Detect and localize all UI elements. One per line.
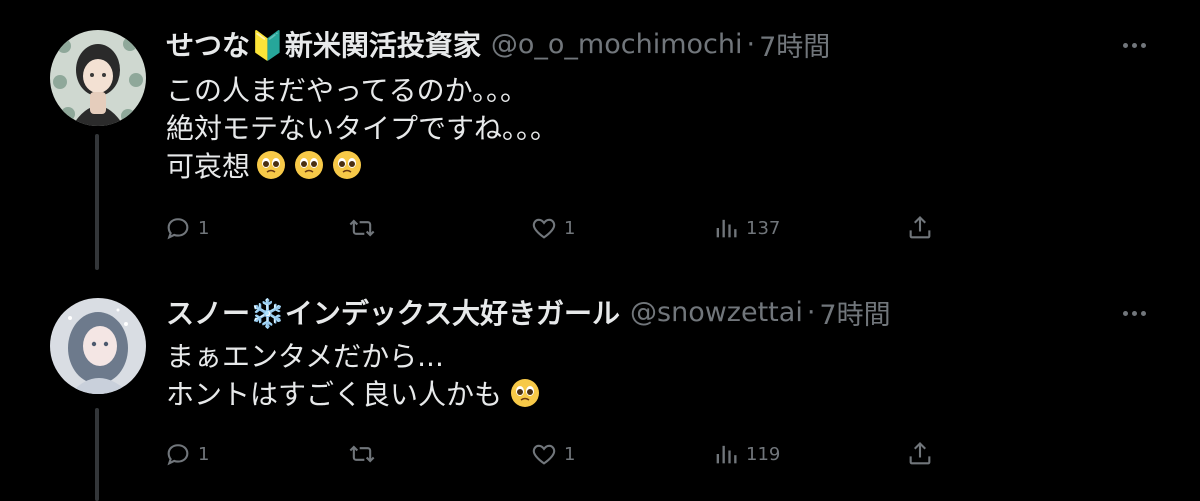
separator-dot: · (806, 296, 816, 328)
more-icon[interactable] (1114, 298, 1154, 328)
share-icon (909, 216, 931, 239)
tweet[interactable]: せつな🔰新米関活投資家 @o_o_mochimochi · 7時間 この人まだや… (0, 0, 1200, 270)
share-icon (909, 442, 931, 465)
timestamp[interactable]: 7時間 (819, 293, 890, 332)
share-button[interactable] (906, 434, 934, 474)
like-button[interactable]: 1 (530, 208, 575, 248)
view-count: 119 (746, 443, 781, 465)
separator-dot: · (746, 28, 756, 60)
avatar[interactable] (50, 298, 146, 394)
heart-icon (532, 218, 556, 239)
user-handle[interactable]: @o_o_mochimochi (491, 29, 743, 60)
pleading-face-emoji (295, 151, 324, 179)
view-count: 137 (746, 217, 781, 239)
tweet-actions: 1 1 119 (160, 434, 960, 474)
tweet-line: この人まだやってるのか。。。 (166, 74, 529, 107)
retweet-button[interactable] (348, 434, 382, 474)
pleading-face-emoji (257, 151, 286, 179)
like-count: 1 (564, 217, 576, 239)
views-icon (716, 219, 737, 238)
views-button[interactable]: 119 (712, 434, 780, 474)
reply-icon (167, 218, 189, 240)
retweet-button[interactable] (348, 208, 382, 248)
tweet-text: この人まだやってるのか。。。 絶対モテないタイプですね。。。 可哀想 (166, 72, 558, 186)
like-button[interactable]: 1 (530, 434, 575, 474)
thread-line (95, 408, 99, 501)
tweet-line: まぁエンタメだから... (166, 340, 444, 373)
more-icon[interactable] (1114, 30, 1154, 60)
tweet-line: 可哀想 (166, 148, 558, 186)
reply-button[interactable]: 1 (164, 208, 209, 248)
display-name[interactable]: せつな🔰新米関活投資家 (166, 24, 481, 64)
tweet-actions: 1 1 137 (160, 208, 960, 248)
reply-button[interactable]: 1 (164, 434, 209, 474)
like-count: 1 (564, 443, 576, 465)
tweet-line-text: 可哀想 (166, 150, 251, 183)
retweet-icon (349, 219, 375, 237)
reply-count: 1 (198, 217, 210, 239)
views-icon (716, 445, 737, 464)
avatar[interactable] (50, 30, 146, 126)
tweet-text: まぁエンタメだから... ホントはすごく良い人かも (166, 338, 548, 414)
reply-count: 1 (198, 443, 210, 465)
views-button[interactable]: 137 (712, 208, 780, 248)
tweet-line: ホントはすごく良い人かも (166, 376, 548, 414)
emoji-group (510, 378, 548, 411)
tweet-header: せつな🔰新米関活投資家 @o_o_mochimochi · 7時間 (166, 24, 830, 64)
display-name[interactable]: スノー❄️インデックス大好きガール (166, 292, 620, 332)
share-button[interactable] (906, 208, 934, 248)
reply-icon (167, 444, 189, 466)
timestamp[interactable]: 7時間 (759, 25, 830, 64)
tweet-line-text: ホントはすごく良い人かも (166, 378, 503, 411)
pleading-face-emoji (333, 151, 362, 179)
user-handle[interactable]: @snowzettai (630, 297, 803, 328)
tweet[interactable]: スノー❄️インデックス大好きガール @snowzettai · 7時間 まぁエン… (0, 270, 1200, 501)
thread-line (95, 134, 99, 270)
tweet-line: 絶対モテないタイプですね。。。 (166, 112, 559, 145)
retweet-icon (349, 445, 375, 463)
emoji-group (256, 150, 370, 183)
tweet-header: スノー❄️インデックス大好きガール @snowzettai · 7時間 (166, 292, 891, 332)
pleading-face-emoji (511, 379, 540, 407)
heart-icon (532, 444, 556, 465)
